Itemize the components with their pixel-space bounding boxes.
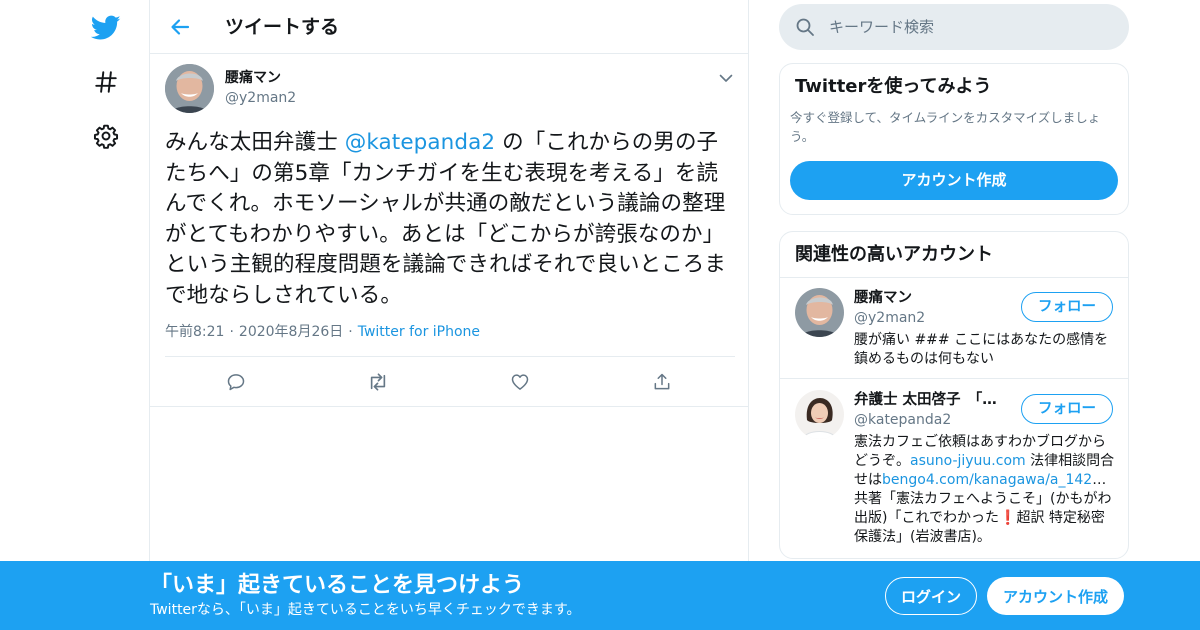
meta-separator: · xyxy=(348,324,353,340)
tweet-actions xyxy=(165,370,735,394)
chevron-down-icon[interactable] xyxy=(716,70,736,86)
back-arrow-icon[interactable] xyxy=(164,12,196,42)
signup-banner: 「いま」起きていることを見つけよう Twitterなら、「いま」起きていることを… xyxy=(0,561,1200,630)
tweet-time: 午前8:21 xyxy=(165,324,225,340)
author-handle: @y2man2 xyxy=(225,90,297,106)
tweet-text-part: みんな太田弁護士 xyxy=(165,130,345,155)
tweet-date: 2020年8月26日 xyxy=(238,324,344,340)
like-icon[interactable] xyxy=(508,370,532,394)
retweet-icon[interactable] xyxy=(366,370,390,394)
account-bio: 憲法カフェご依頼はあすわかブログからどうぞ。asuno-jiyuu.com 法律… xyxy=(854,433,1118,547)
account-bio: 腰が痛い ### ここにはあなたの感情を鎮めるものは何もない xyxy=(854,332,1109,367)
signup-card: Twitterを使ってみよう 今すぐ登録して、タイムラインをカスタマイズしましょ… xyxy=(779,63,1129,215)
bio-link[interactable]: bengo4.com/kanagawa/a_142 xyxy=(882,472,1092,488)
author-avatar[interactable] xyxy=(165,64,214,113)
author-name[interactable]: 腰痛マン xyxy=(225,68,281,88)
account-name[interactable]: 弁護士 太田啓子 「… xyxy=(854,390,1014,410)
account-handle: @katepanda2 xyxy=(854,412,952,428)
bio-link[interactable]: asuno-jiyuu.com xyxy=(910,453,1026,469)
meta-separator: · xyxy=(229,324,234,340)
search-box xyxy=(779,4,1129,50)
create-account-button[interactable]: アカウント作成 xyxy=(987,577,1124,615)
banner-subtitle: Twitterなら、「いま」起きていることをいち早くチェックできます。 xyxy=(150,602,581,618)
create-account-button[interactable]: アカウント作成 xyxy=(790,161,1118,200)
page-title: ツイートする xyxy=(225,16,340,38)
exclamation-emoji: ❗ xyxy=(999,510,1017,526)
related-accounts-card: 関連性の高いアカウント 腰痛マン @y2man2 フォロー 腰が痛い ### こ… xyxy=(779,231,1129,559)
search-input[interactable] xyxy=(829,4,1114,50)
hashtag-icon[interactable] xyxy=(84,62,128,102)
twitter-bird-icon[interactable] xyxy=(84,8,128,48)
main-column: ツイートする 腰痛マン @y2man2 みんな太田弁護士 @katepanda2… xyxy=(149,0,749,630)
account-name[interactable]: 腰痛マン xyxy=(854,288,1014,308)
follow-button[interactable]: フォロー xyxy=(1021,394,1113,424)
main-header: ツイートする xyxy=(150,0,748,54)
signup-card-title: Twitterを使ってみよう xyxy=(795,76,992,97)
avatar[interactable] xyxy=(795,288,844,337)
mention-link[interactable]: @katepanda2 xyxy=(345,130,495,155)
tweet-source[interactable]: Twitter for iPhone xyxy=(358,324,480,340)
divider xyxy=(780,378,1128,379)
tweet-text-part: の「これからの男の子たちへ」の第5章「カンチガイを生む表現を考える」を読んでくれ… xyxy=(165,130,726,308)
login-button[interactable]: ログイン xyxy=(885,577,977,615)
tweet-text: みんな太田弁護士 @katepanda2 の「これからの男の子たちへ」の第5章「… xyxy=(165,128,737,311)
avatar[interactable] xyxy=(795,390,844,439)
divider xyxy=(165,356,735,357)
follow-button[interactable]: フォロー xyxy=(1021,292,1113,322)
account-handle: @y2man2 xyxy=(854,310,926,326)
share-icon[interactable] xyxy=(650,370,674,394)
divider xyxy=(150,406,748,407)
banner-title: 「いま」起きていることを見つけよう xyxy=(150,573,525,598)
tweet-meta: 午前8:21 · 2020年8月26日 · Twitter for iPhone xyxy=(165,322,480,342)
reply-icon[interactable] xyxy=(224,370,248,394)
search-icon xyxy=(796,18,814,36)
gear-icon[interactable] xyxy=(84,116,128,156)
divider xyxy=(780,277,1128,278)
related-accounts-title: 関連性の高いアカウント xyxy=(795,244,993,265)
signup-card-description: 今すぐ登録して、タイムラインをカスタマイズしましょう。 xyxy=(790,110,1101,144)
